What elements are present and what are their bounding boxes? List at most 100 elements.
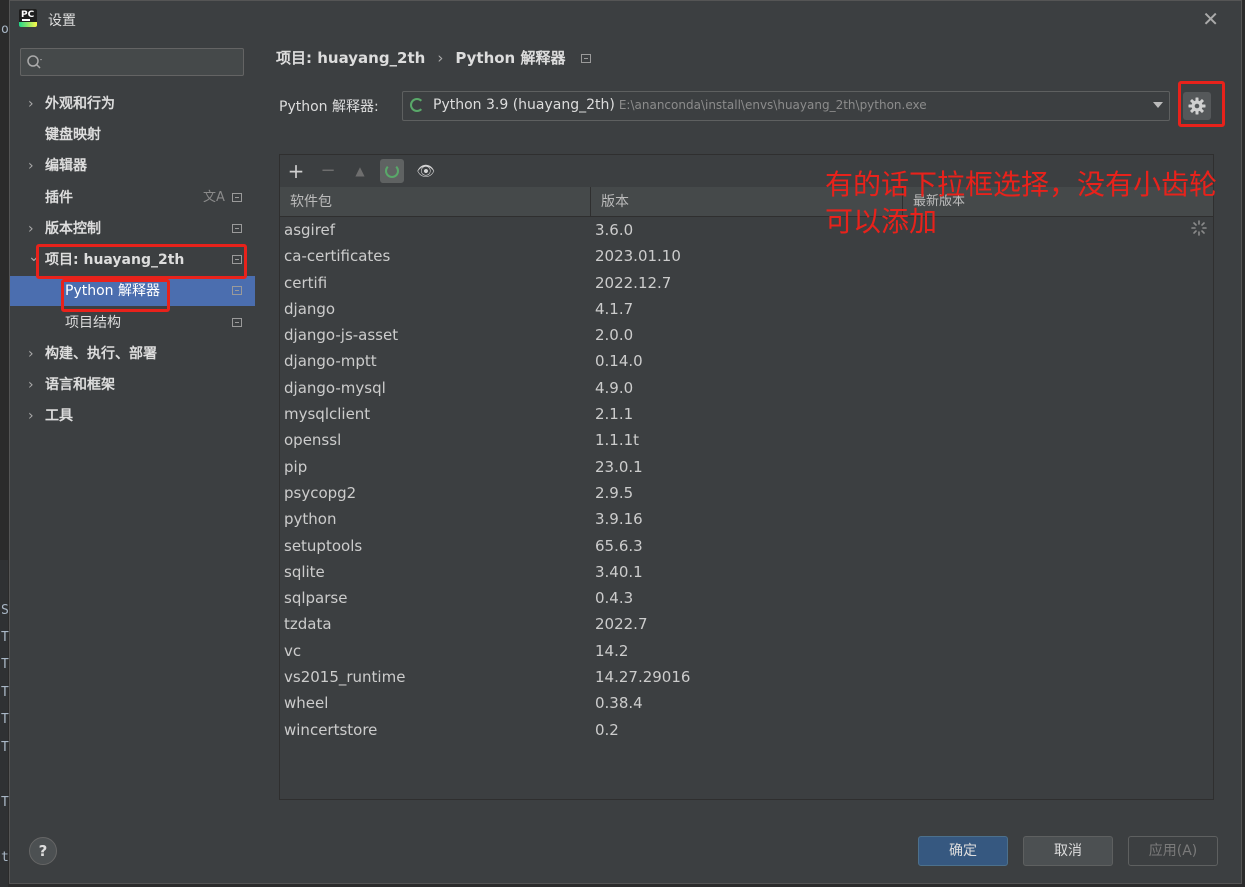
translate-icon: 文A bbox=[203, 190, 225, 205]
package-name: sqlparse bbox=[284, 589, 348, 608]
interpreter-path: E:\ananconda\install\envs\huayang_2th\py… bbox=[618, 98, 927, 112]
package-version: 14.27.29016 bbox=[595, 668, 691, 687]
table-row[interactable]: mysqlclient 2.1.1 bbox=[280, 401, 1213, 427]
python-env-icon bbox=[410, 98, 424, 112]
table-row[interactable]: wincertstore 0.2 bbox=[280, 717, 1213, 743]
sidebar-item-build[interactable]: › 构建、执行、部署 bbox=[10, 339, 255, 369]
package-name: django-mptt bbox=[284, 352, 377, 371]
chevron-right-icon: › bbox=[28, 346, 34, 362]
project-scope-icon bbox=[232, 286, 242, 295]
sidebar-item-label: 项目: huayang_2th bbox=[45, 252, 185, 268]
add-package-button[interactable]: + bbox=[284, 159, 308, 183]
upgrade-package-button[interactable]: ▲ bbox=[348, 159, 372, 183]
table-row[interactable]: wheel 0.38.4 bbox=[280, 690, 1213, 716]
table-row[interactable]: pip 23.0.1 bbox=[280, 454, 1213, 480]
package-version: 0.14.0 bbox=[595, 352, 643, 371]
package-name: psycopg2 bbox=[284, 483, 357, 502]
search-icon bbox=[26, 53, 44, 75]
window-title: 设置 bbox=[48, 13, 76, 29]
table-row[interactable]: certifi 2022.12.7 bbox=[280, 270, 1213, 296]
package-version: 0.2 bbox=[595, 720, 619, 739]
package-version: 2.0.0 bbox=[595, 326, 634, 345]
background-text: T bbox=[1, 657, 9, 672]
package-name: tzdata bbox=[284, 615, 332, 634]
sidebar-item-languages[interactable]: › 语言和框架 bbox=[10, 370, 255, 400]
show-early-releases-button[interactable]: 👁 bbox=[414, 159, 438, 183]
table-row[interactable]: tzdata 2022.7 bbox=[280, 611, 1213, 637]
package-version: 2.1.1 bbox=[595, 405, 634, 424]
table-row[interactable]: python 3.9.16 bbox=[280, 506, 1213, 532]
table-row[interactable]: django-js-asset 2.0.0 bbox=[280, 322, 1213, 348]
pycharm-logo-icon: PC bbox=[19, 9, 37, 27]
ok-button[interactable]: 确定 bbox=[918, 836, 1008, 866]
settings-search[interactable] bbox=[20, 48, 244, 76]
project-scope-icon bbox=[232, 193, 242, 202]
dropdown-arrow-icon bbox=[1153, 102, 1163, 108]
table-row[interactable]: django 4.1.7 bbox=[280, 296, 1213, 322]
table-row[interactable]: setuptools 65.6.3 bbox=[280, 533, 1213, 559]
sidebar-item-label: 编辑器 bbox=[45, 158, 87, 174]
package-name: setuptools bbox=[284, 536, 363, 555]
sidebar-item-appearance[interactable]: › 外观和行为 bbox=[10, 89, 255, 119]
package-name: django-js-asset bbox=[284, 326, 399, 345]
sidebar-item-project-structure[interactable]: 项目结构 bbox=[10, 308, 255, 338]
column-header-package[interactable]: 软件包 bbox=[290, 187, 332, 217]
table-row[interactable]: sqlite 3.40.1 bbox=[280, 559, 1213, 585]
sidebar-item-label: 插件 bbox=[45, 190, 73, 206]
refresh-button[interactable] bbox=[380, 159, 404, 183]
help-button[interactable]: ? bbox=[29, 837, 57, 865]
package-version: 0.4.3 bbox=[595, 589, 634, 608]
table-row[interactable]: vs2015_runtime 14.27.29016 bbox=[280, 664, 1213, 690]
sidebar-item-editor[interactable]: › 编辑器 bbox=[10, 151, 255, 181]
package-name: pip bbox=[284, 457, 308, 476]
package-name: vc bbox=[284, 641, 302, 660]
settings-dialog: PC 设置 ✕ › 外观和行为 键盘映射 › 编辑器 插件 文A › 版本控制 … bbox=[9, 0, 1242, 884]
background-text: S bbox=[1, 603, 9, 618]
package-name: sqlite bbox=[284, 562, 325, 581]
sidebar-item-version-control[interactable]: › 版本控制 bbox=[10, 214, 255, 244]
apply-button[interactable]: 应用(A) bbox=[1128, 836, 1218, 866]
column-header-version[interactable]: 版本 bbox=[601, 187, 629, 217]
eye-icon: 👁 bbox=[416, 162, 436, 180]
interpreter-select[interactable]: Python 3.9 (huayang_2th) E:\ananconda\ins… bbox=[402, 91, 1170, 121]
table-row[interactable]: vc 14.2 bbox=[280, 638, 1213, 664]
package-version: 2023.01.10 bbox=[595, 247, 681, 266]
interpreter-settings-button[interactable] bbox=[1183, 92, 1211, 120]
sidebar-item-plugins[interactable]: 插件 文A bbox=[10, 183, 255, 213]
table-row[interactable]: openssl 1.1.1t bbox=[280, 427, 1213, 453]
cancel-button[interactable]: 取消 bbox=[1023, 836, 1113, 866]
table-row[interactable]: psycopg2 2.9.5 bbox=[280, 480, 1213, 506]
sidebar-item-label: 工具 bbox=[45, 408, 73, 424]
table-row[interactable]: django-mysql 4.9.0 bbox=[280, 375, 1213, 401]
chevron-right-icon: › bbox=[28, 221, 34, 237]
breadcrumb: 项目: huayang_2th › Python 解释器 bbox=[276, 47, 592, 68]
chevron-down-icon: ⌄ bbox=[28, 249, 40, 265]
table-row[interactable]: ca-certificates 2023.01.10 bbox=[280, 243, 1213, 269]
package-name: ca-certificates bbox=[284, 247, 391, 266]
project-scope-icon bbox=[232, 224, 242, 233]
package-version: 2022.12.7 bbox=[595, 273, 672, 292]
package-name: django-mysql bbox=[284, 378, 386, 397]
sidebar-item-tools[interactable]: › 工具 bbox=[10, 401, 255, 431]
sidebar-item-python-interpreter[interactable]: Python 解释器 bbox=[10, 276, 255, 306]
background-text: T bbox=[1, 740, 9, 755]
package-version: 23.0.1 bbox=[595, 457, 643, 476]
package-name: mysqlclient bbox=[284, 405, 371, 424]
sidebar-item-project[interactable]: ⌄ 项目: huayang_2th bbox=[10, 245, 255, 275]
close-button[interactable]: ✕ bbox=[1202, 7, 1219, 31]
sidebar-item-label: 语言和框架 bbox=[45, 377, 115, 393]
project-scope-icon bbox=[232, 318, 242, 327]
breadcrumb-separator: › bbox=[437, 49, 444, 67]
package-name: certifi bbox=[284, 273, 328, 292]
chevron-right-icon: › bbox=[28, 158, 34, 174]
package-panel: + − ▲ 👁 软件包 版本 最新版本 asgiref 3.6.0 ca-cer… bbox=[279, 154, 1214, 800]
package-version: 3.40.1 bbox=[595, 562, 643, 581]
dialog-footer: ? 确定 取消 应用(A) bbox=[10, 821, 1241, 883]
package-version: 2022.7 bbox=[595, 615, 648, 634]
sidebar-item-keymap[interactable]: 键盘映射 bbox=[10, 120, 255, 150]
table-row[interactable]: django-mptt 0.14.0 bbox=[280, 348, 1213, 374]
table-row[interactable]: sqlparse 0.4.3 bbox=[280, 585, 1213, 611]
search-input[interactable] bbox=[45, 52, 239, 74]
remove-package-button[interactable]: − bbox=[316, 159, 340, 183]
project-scope-icon bbox=[581, 54, 592, 63]
